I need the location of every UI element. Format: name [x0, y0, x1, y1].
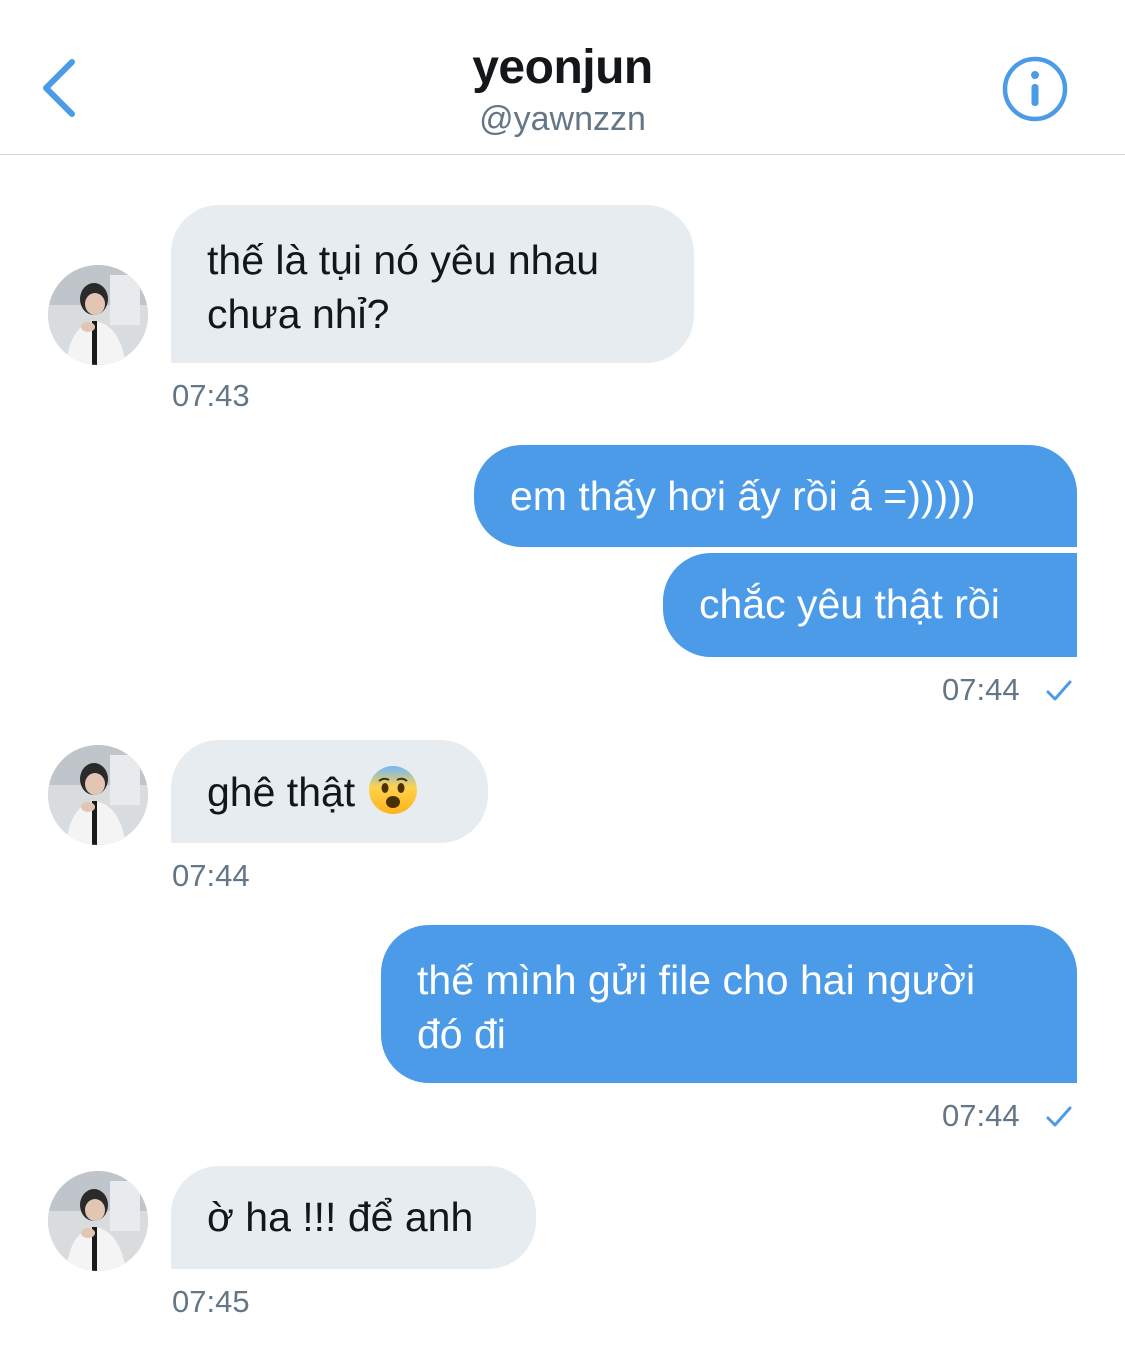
checkmark-icon [1046, 1106, 1072, 1127]
message-text: chắc yêu thật rồi [699, 581, 1000, 627]
avatar-photo-icon [48, 745, 148, 845]
info-button[interactable] [1000, 54, 1070, 124]
avatar-photo-icon [48, 1171, 148, 1271]
checkmark-icon [1046, 680, 1072, 701]
anxious-face-emoji [369, 766, 418, 814]
conversation-title[interactable]: yeonjun [0, 40, 1125, 95]
avatar[interactable] [48, 1171, 148, 1271]
conversation-handle: @yawnzzn [479, 100, 646, 138]
message-text: thế là tụi nó yêu nhau [207, 237, 600, 283]
message-bubble-outgoing[interactable]: thế mình gửi file cho hai người đó đi [381, 925, 1077, 1083]
message-text: thế mình gửi file cho hai người [417, 957, 976, 1003]
message-bubble-outgoing[interactable]: em thấy hơi ấy rồi á =))))) [474, 445, 1077, 547]
message-text: đó đi [417, 1011, 506, 1057]
message-timestamp: 07:44 [942, 1098, 1020, 1133]
info-circle-icon [1002, 56, 1068, 122]
message-bubble-outgoing[interactable]: chắc yêu thật rồi [663, 553, 1077, 657]
message-timestamp: 07:45 [172, 1284, 250, 1319]
message-text: chưa nhỉ? [207, 291, 390, 337]
message-timestamp: 07:44 [172, 858, 250, 893]
message-bubble-incoming[interactable]: ghê thật [171, 740, 488, 843]
avatar[interactable] [48, 265, 148, 365]
message-bubble-incoming[interactable]: ờ ha !!! để anh [171, 1166, 536, 1269]
message-timestamp: 07:44 [942, 672, 1020, 707]
message-text: ghê thật [207, 769, 356, 815]
message-text: ờ ha !!! để anh [207, 1194, 474, 1240]
avatar-photo-icon [48, 265, 148, 365]
message-timestamp: 07:43 [172, 378, 250, 413]
avatar[interactable] [48, 745, 148, 845]
message-bubble-incoming[interactable]: thế là tụi nó yêu nhau chưa nhỉ? [171, 205, 694, 363]
conversation-header: yeonjun @yawnzzn [0, 0, 1125, 155]
message-text: em thấy hơi ấy rồi á =))))) [510, 473, 976, 519]
